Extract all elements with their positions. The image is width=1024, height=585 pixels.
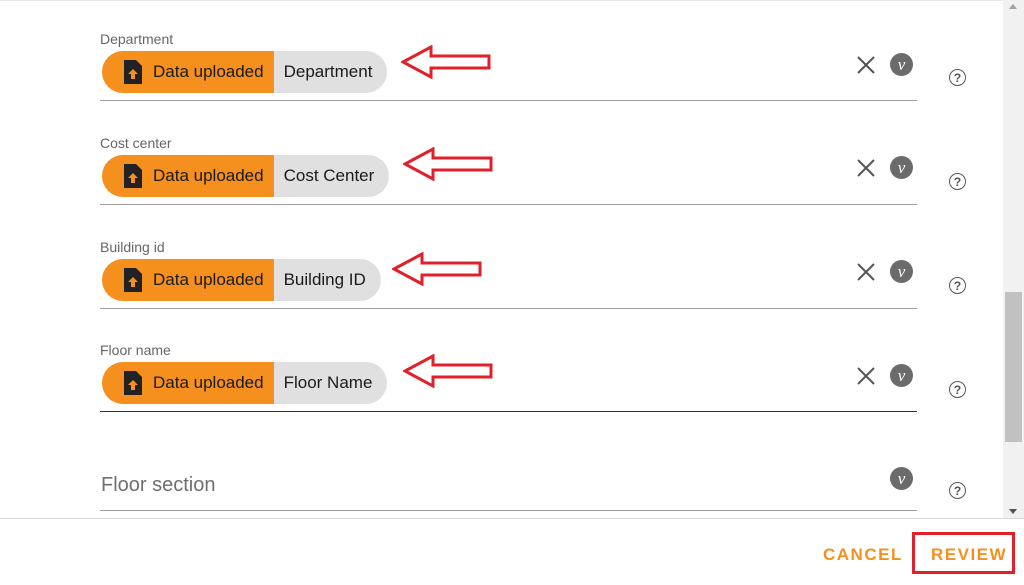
field-label: Building id bbox=[100, 239, 165, 255]
v-icon[interactable]: v bbox=[890, 260, 913, 283]
scroll-up-icon[interactable] bbox=[1009, 4, 1017, 9]
file-upload-icon bbox=[124, 60, 142, 84]
chip-source-label: Data uploaded bbox=[153, 373, 264, 392]
review-button[interactable]: REVIEW bbox=[931, 545, 1007, 565]
field-department: Department Data uploaded Department v bbox=[100, 31, 917, 103]
scrollbar-thumb[interactable] bbox=[1005, 292, 1022, 442]
help-icon[interactable]: ? bbox=[949, 482, 966, 499]
v-icon[interactable]: v bbox=[890, 156, 913, 179]
v-icon[interactable]: v bbox=[890, 53, 913, 76]
vertical-scrollbar[interactable] bbox=[1003, 0, 1024, 518]
field-label: Floor name bbox=[100, 342, 171, 358]
floor-section-label[interactable]: Floor section bbox=[101, 474, 216, 497]
chip-source: Data uploaded bbox=[102, 259, 274, 301]
footer-divider bbox=[0, 518, 1024, 519]
chip-value: Building ID bbox=[283, 270, 366, 289]
mapped-column-chip[interactable]: Data uploaded Floor Name bbox=[102, 362, 388, 404]
field-building-id: Building id Data uploaded Building ID v bbox=[100, 239, 917, 311]
chip-source: Data uploaded bbox=[102, 51, 274, 93]
chip-source: Data uploaded bbox=[102, 362, 274, 404]
chip-source-label: Data uploaded bbox=[153, 270, 264, 289]
dialog-footer: CANCEL REVIEW bbox=[0, 518, 1024, 585]
scroll-down-icon[interactable] bbox=[1009, 509, 1017, 514]
help-icon[interactable]: ? bbox=[949, 69, 966, 86]
file-upload-icon bbox=[124, 268, 142, 292]
chip-source: Data uploaded bbox=[102, 155, 274, 197]
chip-value: Floor Name bbox=[283, 373, 373, 392]
mapped-column-chip[interactable]: Data uploaded Cost Center bbox=[102, 155, 390, 197]
red-arrow-icon bbox=[403, 354, 493, 388]
top-divider bbox=[0, 0, 1003, 1]
help-icon[interactable]: ? bbox=[949, 277, 966, 294]
help-icon[interactable]: ? bbox=[949, 173, 966, 190]
file-upload-icon bbox=[124, 164, 142, 188]
red-arrow-icon bbox=[403, 147, 493, 181]
red-arrow-icon bbox=[392, 252, 482, 286]
field-underline bbox=[100, 204, 917, 205]
v-icon[interactable]: v bbox=[890, 364, 913, 387]
mapped-column-chip[interactable]: Data uploaded Building ID bbox=[102, 259, 381, 301]
file-upload-icon bbox=[124, 371, 142, 395]
field-underline bbox=[100, 100, 917, 101]
field-label: Cost center bbox=[100, 135, 172, 151]
chip-source-label: Data uploaded bbox=[153, 166, 264, 185]
close-icon[interactable] bbox=[855, 365, 877, 387]
chip-value: Cost Center bbox=[283, 166, 375, 185]
field-underline bbox=[100, 510, 917, 511]
close-icon[interactable] bbox=[855, 54, 877, 76]
v-icon[interactable]: v bbox=[890, 467, 913, 490]
form-scroll-area: Department Data uploaded Department v ? … bbox=[0, 0, 1003, 518]
cancel-button[interactable]: CANCEL bbox=[823, 545, 903, 565]
field-floor-name: Floor name Data uploaded Floor Name v bbox=[100, 342, 917, 414]
field-underline bbox=[100, 411, 917, 412]
close-icon[interactable] bbox=[855, 157, 877, 179]
red-arrow-icon bbox=[401, 45, 491, 79]
chip-value: Department bbox=[283, 62, 373, 81]
chip-source-label: Data uploaded bbox=[153, 62, 264, 81]
mapped-column-chip[interactable]: Data uploaded Department bbox=[102, 51, 388, 93]
field-underline bbox=[100, 308, 917, 309]
field-label: Department bbox=[100, 31, 174, 47]
field-cost-center: Cost center Data uploaded Cost Center v bbox=[100, 135, 917, 207]
close-icon[interactable] bbox=[855, 261, 877, 283]
help-icon[interactable]: ? bbox=[949, 381, 966, 398]
